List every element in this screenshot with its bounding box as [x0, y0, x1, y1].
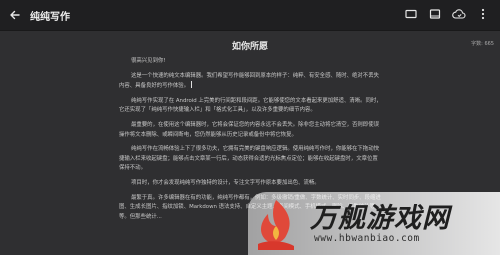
- document-title[interactable]: 如你所愿: [0, 39, 500, 52]
- screen-icon[interactable]: [404, 7, 418, 21]
- paragraph[interactable]: 纯纯写作在流畅体验上下了很多功夫，它拥有完美的键盘响应逻辑。使用纯纯写作时，你能…: [119, 145, 383, 174]
- cloud-sync-icon[interactable]: [452, 7, 466, 21]
- word-count: 字数: 665: [471, 41, 494, 47]
- watermark-logo: [258, 200, 294, 250]
- watermark-name: 万舰游戏网: [310, 203, 450, 234]
- top-app-bar: 纯纯写作: [0, 0, 500, 31]
- watermark-url: www.hbwanbiao.com: [314, 233, 420, 244]
- paragraph[interactable]: 最重要的，在使用这个编辑器时，它将会保证您的内容永远不会丢失。除非您主动将它清空…: [119, 121, 383, 140]
- tablet-icon[interactable]: [428, 7, 442, 21]
- app-title: 纯纯写作: [30, 11, 70, 23]
- paragraph[interactable]: 这是一个快速的纯文本编辑器。我们希望写作能够回到原本的样子：纯粹、有安全感、随时…: [119, 72, 383, 92]
- toolbar: [404, 7, 490, 21]
- paragraph[interactable]: 纯纯写作实现了在 Android 上完美的行间距和段间距。它能够使您的文本看起来…: [119, 97, 383, 116]
- paragraph[interactable]: 项目时，你才会发现纯纯写作独特的设计，专注文字写作原本要加出色、流畅。: [119, 179, 383, 189]
- more-vertical-icon[interactable]: [476, 7, 490, 21]
- app-window: 纯纯写作 如你所愿 字数: 665 很高兴见到你! 这是一个快速的纯文本编辑器。…: [0, 0, 500, 255]
- paragraph[interactable]: 很高兴见到你!: [119, 57, 383, 67]
- text-cursor: [191, 81, 193, 89]
- site-watermark: 万舰游戏网 www.hbwanbiao.com: [248, 192, 500, 255]
- arrow-left-icon[interactable]: [0, 0, 30, 30]
